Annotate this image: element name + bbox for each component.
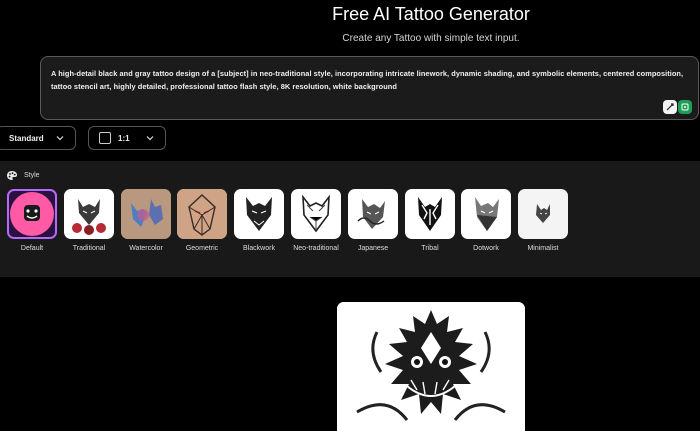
chevron-down-icon	[56, 136, 64, 141]
style-caption: Tribal	[421, 245, 439, 252]
style-panel: Style Default Traditional Watercolor Geo…	[0, 161, 700, 277]
style-caption: Watercolor	[129, 245, 163, 252]
prompt-input[interactable]: A high-detail black and gray tattoo desi…	[40, 56, 699, 120]
wolf-roses-thumbnail	[72, 199, 106, 235]
style-caption: Japanese	[357, 245, 389, 252]
chevron-down-icon	[146, 136, 154, 141]
style-option-minimalist[interactable]: Minimalist	[518, 189, 568, 254]
style-label: Style	[24, 172, 40, 179]
smiley-icon	[10, 192, 54, 236]
style-thumb-default	[7, 189, 57, 239]
style-caption: Neo-traditional	[293, 245, 339, 252]
style-thumb-dotwork	[461, 189, 511, 239]
style-option-geometric[interactable]: Geometric	[177, 189, 227, 254]
wolf-thumbnail	[536, 204, 550, 223]
style-thumb-blackwork	[234, 189, 284, 239]
square-ratio-icon	[99, 132, 111, 144]
style-caption: Geometric	[185, 245, 219, 252]
style-option-default[interactable]: Default	[7, 189, 57, 254]
style-option-japanese[interactable]: Japanese	[348, 189, 398, 254]
aspect-ratio-value: 1:1	[118, 133, 130, 143]
generated-image-preview[interactable]	[337, 302, 525, 431]
quality-select-value: Standard	[9, 133, 44, 143]
enhance-prompt-icon[interactable]	[663, 100, 677, 114]
style-option-dotwork[interactable]: Dotwork	[461, 189, 511, 254]
wolf-thumbnail	[475, 197, 499, 231]
page-title: Free AI Tattoo Generator	[332, 4, 530, 24]
style-caption: Traditional	[72, 245, 106, 252]
palette-icon	[7, 171, 17, 180]
wolf-thumbnail	[302, 194, 330, 233]
copy-prompt-icon[interactable]	[678, 100, 692, 114]
style-header: Style	[6, 170, 40, 181]
style-caption: Minimalist	[527, 245, 559, 252]
style-thumb-traditional	[64, 189, 114, 239]
style-thumb-minimalist	[518, 189, 568, 239]
style-option-blackwork[interactable]: Blackwork	[234, 189, 284, 254]
style-thumb-tribal	[405, 189, 455, 239]
geometric-wolf-thumbnail	[177, 189, 227, 239]
prompt-text[interactable]: A high-detail black and gray tattoo desi…	[51, 67, 686, 93]
style-option-watercolor[interactable]: Watercolor	[121, 189, 171, 254]
style-caption: Blackwork	[243, 245, 275, 252]
style-option-traditional[interactable]: Traditional	[64, 189, 114, 254]
dragon-tattoo-image	[337, 302, 525, 431]
wolf-thumbnail	[246, 197, 272, 231]
aspect-ratio-select[interactable]: 1:1	[88, 126, 166, 150]
wolf-thumbnail	[418, 197, 442, 231]
wolf-watercolor-thumbnail	[121, 189, 171, 239]
page-subtitle: Create any Tattoo with simple text input…	[342, 33, 520, 44]
quality-select[interactable]: Standard	[0, 126, 76, 150]
style-thumb-neo-traditional	[291, 189, 341, 239]
style-option-tribal[interactable]: Tribal	[405, 189, 455, 254]
style-caption: Default	[20, 245, 44, 252]
style-thumb-japanese	[348, 189, 398, 239]
wolf-thumbnail	[357, 199, 385, 229]
style-option-neo-traditional[interactable]: Neo-traditional	[291, 189, 341, 254]
style-thumb-watercolor	[121, 189, 171, 239]
style-thumb-geometric	[177, 189, 227, 239]
style-caption: Dotwork	[473, 245, 499, 252]
